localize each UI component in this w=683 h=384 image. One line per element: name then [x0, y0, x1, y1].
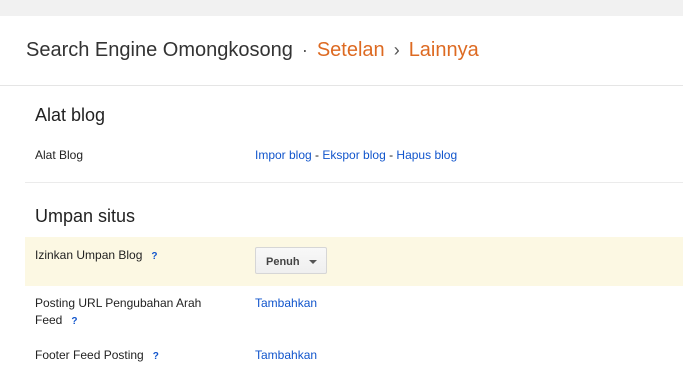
export-blog-link[interactable]: Ekspor blog [322, 148, 385, 162]
row-label-allow-blog-feed: Izinkan Umpan Blog? [35, 247, 230, 265]
row-label-blog-tools: Alat Blog [35, 148, 84, 162]
separator-dash: - [385, 148, 397, 162]
page-header: Search Engine Omongkosong · Setelan › Lainny… [0, 16, 683, 86]
redirect-feed-value: Tambahkan [255, 295, 317, 312]
breadcrumb-blog-name[interactable]: Search Engine Omongkosong [26, 39, 293, 61]
row-allow-blog-feed: Izinkan Umpan Blog? Penuh [25, 237, 683, 286]
add-redirect-feed-link[interactable]: Tambahkan [255, 296, 317, 310]
breadcrumb-dot: · [301, 40, 308, 60]
breadcrumb-chevron-icon: › [393, 40, 400, 60]
blog-tools-links: Impor blog - Ekspor blog - Hapus blog [255, 147, 457, 164]
footer-feed-label: Footer Feed Posting [35, 348, 144, 362]
allow-feed-value: Penuh [255, 247, 327, 279]
breadcrumb: Search Engine Omongkosong · Setelan › Lainny… [26, 38, 479, 62]
section-divider [25, 182, 683, 183]
row-redirect-feed: Posting URL Pengubahan Arah Feed? Tambah… [25, 295, 683, 335]
chevron-down-icon [309, 260, 317, 264]
breadcrumb-other: Lainnya [408, 39, 479, 61]
import-blog-link[interactable]: Impor blog [255, 148, 312, 162]
delete-blog-link[interactable]: Hapus blog [396, 148, 457, 162]
redirect-feed-label: Posting URL Pengubahan Arah Feed [35, 296, 202, 327]
breadcrumb-settings[interactable]: Setelan [317, 39, 385, 61]
allow-feed-selected: Penuh [266, 256, 300, 268]
help-icon[interactable]: ? [71, 313, 77, 330]
allow-feed-label: Izinkan Umpan Blog [35, 248, 143, 262]
help-icon[interactable]: ? [151, 248, 157, 265]
section-title-site-feed: Umpan situs [35, 206, 136, 226]
top-bar [0, 0, 683, 16]
separator-dash: - [311, 148, 323, 162]
add-footer-feed-link[interactable]: Tambahkan [255, 348, 317, 362]
row-label-footer-feed: Footer Feed Posting? [35, 347, 230, 365]
footer-feed-value: Tambahkan [255, 347, 317, 364]
row-blog-tools: Alat Blog Impor blog - Ekspor blog - Hap… [25, 142, 683, 182]
section-title-blog-tools: Alat blog [35, 105, 106, 125]
row-label-redirect-feed: Posting URL Pengubahan Arah Feed? [35, 295, 225, 330]
allow-feed-dropdown[interactable]: Penuh [255, 247, 327, 274]
help-icon[interactable]: ? [153, 348, 159, 365]
row-footer-feed: Footer Feed Posting? Tambahkan [25, 347, 683, 377]
